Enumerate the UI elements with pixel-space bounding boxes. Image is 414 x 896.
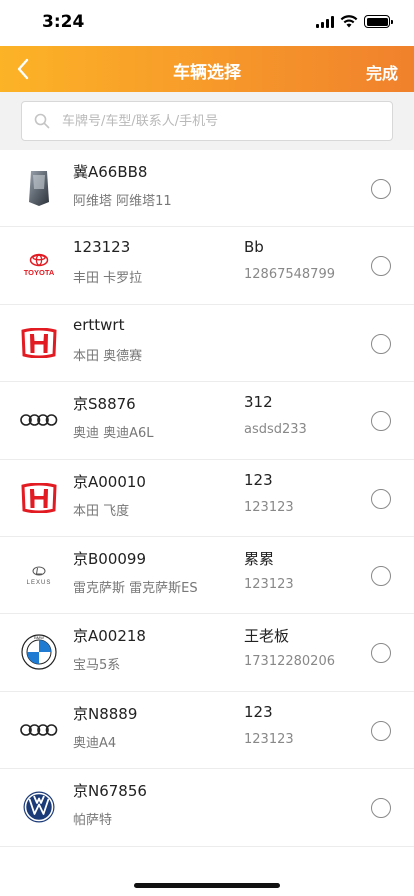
toyota-logo-icon: TOYOTA — [19, 245, 59, 285]
select-radio[interactable] — [371, 179, 391, 199]
vehicle-row[interactable]: BMW 京A00218 宝马5系 王老板 17312280206 — [0, 614, 414, 692]
select-radio[interactable] — [371, 643, 391, 664]
select-radio[interactable] — [371, 256, 391, 277]
select-radio[interactable] — [371, 798, 391, 819]
volkswagen-logo-icon — [19, 787, 59, 827]
plate-number: 京S8876 — [73, 395, 136, 414]
contact-phone: 17312280206 — [244, 654, 335, 670]
nav-bar: 车辆选择 完成 — [0, 46, 414, 92]
battery-icon — [364, 15, 393, 28]
status-icons — [316, 15, 393, 28]
car-model: 奥迪A4 — [73, 735, 117, 751]
contact-name: 王老板 — [244, 627, 290, 646]
contact-phone: 123123 — [244, 731, 294, 747]
search-icon — [34, 113, 50, 129]
select-radio[interactable] — [371, 411, 391, 432]
toyota-logo-text: TOYOTA — [24, 268, 55, 277]
plate-number: erttwrt — [73, 315, 125, 334]
car-model: 本田 飞度 — [73, 503, 130, 519]
page-title: 车辆选择 — [173, 63, 241, 83]
status-bar: 3:24 — [0, 0, 414, 46]
contact-name: 累累 — [244, 549, 275, 568]
vehicle-row[interactable]: 京A00010 本田 飞度 123 123123 — [0, 459, 414, 537]
car-model: 奥迪 奥迪A6L — [73, 426, 154, 442]
done-button[interactable]: 完成 — [366, 60, 398, 84]
contact-name: Bb — [244, 238, 264, 257]
contact-name: 123 — [244, 470, 273, 489]
status-time: 3:24 — [42, 12, 85, 32]
plate-number: 京B00099 — [73, 549, 147, 568]
bmw-logo-text: BMW — [34, 636, 44, 641]
audi-logo-icon — [19, 710, 59, 750]
signal-icon — [316, 15, 334, 28]
select-radio[interactable] — [371, 333, 391, 354]
plate-number: 京A00218 — [73, 627, 146, 646]
plate-number: 京A00010 — [73, 472, 146, 491]
select-radio[interactable] — [371, 488, 391, 509]
lexus-logo-text: LEXUS — [27, 580, 52, 586]
honda-logo-icon — [19, 478, 59, 518]
plate-number: 京N8889 — [73, 704, 138, 723]
home-indicator — [134, 883, 280, 888]
select-radio[interactable] — [371, 565, 391, 586]
vehicle-row[interactable]: LEXUS 京B00099 雷克萨斯 雷克萨斯ES 累累 123123 — [0, 536, 414, 615]
lexus-logo-icon: LEXUS — [19, 555, 59, 595]
plate-number: 京N67856 — [73, 782, 147, 801]
contact-name: 123 — [244, 702, 273, 721]
honda-logo-icon — [19, 323, 59, 363]
select-radio[interactable] — [371, 720, 391, 741]
search-input[interactable] — [62, 113, 362, 129]
vehicle-list: 冀A66BB8 阿维塔 阿维塔11 TOYOTA 123123 丰田 卡罗拉 B… — [0, 150, 414, 896]
wifi-icon — [340, 15, 358, 28]
vehicle-row[interactable]: 京N8889 奥迪A4 123 123123 — [0, 691, 414, 770]
car-model: 帕萨特 — [73, 813, 113, 829]
car-model: 本田 奥德赛 — [73, 348, 143, 364]
contact-name: 312 — [244, 393, 273, 412]
audi-logo-icon — [19, 400, 59, 440]
car-image-icon — [19, 168, 59, 208]
partial-vehicle-row[interactable] — [0, 846, 414, 887]
contact-phone: asdsd233 — [244, 422, 307, 438]
bmw-logo-icon: BMW — [19, 632, 59, 672]
vehicle-row[interactable]: 冀A66BB8 阿维塔 阿维塔11 — [0, 150, 414, 228]
car-model: 阿维塔 阿维塔11 — [73, 194, 172, 209]
plate-number: 123123 — [73, 238, 131, 257]
vehicle-row[interactable]: erttwrt 本田 奥德赛 — [0, 304, 414, 383]
plate-number: 冀A66BB8 — [73, 163, 148, 181]
contact-phone: 123123 — [244, 499, 294, 515]
search-bar — [0, 92, 414, 150]
car-model: 雷克萨斯 雷克萨斯ES — [73, 580, 198, 596]
vehicle-row[interactable]: 京N67856 帕萨特 — [0, 769, 414, 847]
vehicle-row[interactable]: 京S8876 奥迪 奥迪A6L 312 asdsd233 — [0, 382, 414, 460]
search-box[interactable] — [21, 101, 393, 141]
vehicle-row[interactable]: TOYOTA 123123 丰田 卡罗拉 Bb 12867548799 — [0, 227, 414, 305]
contact-phone: 123123 — [244, 576, 294, 592]
contact-phone: 12867548799 — [244, 267, 335, 283]
car-model: 丰田 卡罗拉 — [73, 271, 143, 287]
car-model: 宝马5系 — [73, 658, 121, 674]
